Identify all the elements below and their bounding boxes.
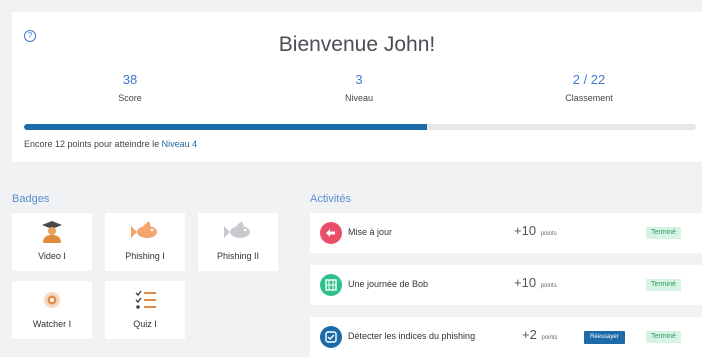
progress-message: Encore 12 points pour atteindre le Nivea…: [24, 139, 197, 149]
level-progress-bar: [24, 124, 696, 130]
stat-value: 3: [355, 72, 363, 87]
badge-phishing-1[interactable]: Phishing I: [105, 213, 185, 271]
activity-points: +10 points: [514, 223, 557, 238]
activity-title: Une journée de Bob: [348, 279, 429, 289]
fish-icon: [198, 221, 278, 241]
status-badge: Terminé: [646, 227, 681, 239]
status-badge: Terminé: [646, 279, 681, 291]
stat-value: 38: [122, 72, 138, 87]
stat-label: Classement: [565, 93, 613, 103]
film-icon: [320, 274, 342, 296]
badge-name: Phishing I: [125, 251, 165, 261]
welcome-title: Bienvenue John!: [278, 33, 436, 56]
eye-icon: [12, 289, 92, 309]
status-badge: Terminé: [646, 331, 681, 343]
stat-ranking: 2 / 22 Classement: [529, 72, 649, 103]
activity-points: +10 points: [514, 275, 557, 290]
activity-points-value: +2: [522, 327, 537, 342]
activity-points-unit: points: [540, 231, 557, 237]
activity-title: Mise à jour: [348, 227, 393, 237]
progress-message-text: Encore 12 points pour atteindre le: [24, 139, 162, 149]
stat-label: Niveau: [344, 93, 373, 103]
activity-points-unit: points: [541, 335, 558, 341]
badge-quiz-1[interactable]: Quiz I: [105, 281, 185, 339]
stat-value: 2 / 22: [572, 72, 606, 87]
activity-item[interactable]: Une journée de Bob +10 points Terminé: [310, 265, 702, 305]
activities-title: Activités: [310, 193, 351, 205]
badge-watcher-1[interactable]: Watcher I: [12, 281, 92, 339]
check-icon: [320, 326, 342, 348]
retry-button[interactable]: Réessayer: [584, 331, 625, 344]
stat-label: Score: [118, 93, 142, 103]
activity-points-unit: points: [540, 283, 557, 289]
update-icon: [320, 222, 342, 244]
checklist-icon: [105, 289, 185, 309]
activity-item[interactable]: Mise à jour +10 points Terminé: [310, 213, 702, 253]
badge-video-1[interactable]: Video I: [12, 213, 92, 271]
badge-name: Quiz I: [133, 319, 157, 329]
graduate-icon: [12, 221, 92, 243]
stat-score: 38 Score: [70, 72, 190, 103]
next-level-link[interactable]: Niveau 4: [162, 139, 198, 149]
activity-points-value: +10: [514, 223, 537, 238]
badge-name: Video I: [38, 251, 66, 261]
activity-title: Détecter les indices du phishing: [348, 331, 476, 341]
badges-title: Badges: [12, 193, 50, 205]
activity-points: +2 points: [522, 327, 557, 342]
fish-icon: [105, 221, 185, 241]
welcome-card: ? Bienvenue John! 38 Score 3 Niveau 2 / …: [12, 12, 702, 162]
activity-item[interactable]: Détecter les indices du phishing +2 poin…: [310, 317, 702, 357]
stat-level: 3 Niveau: [299, 72, 419, 103]
activity-points-value: +10: [514, 275, 537, 290]
badge-phishing-2[interactable]: Phishing II: [198, 213, 278, 271]
level-progress-fill: [24, 124, 428, 130]
badge-name: Watcher I: [32, 319, 72, 329]
badge-name: Phishing II: [216, 251, 260, 261]
